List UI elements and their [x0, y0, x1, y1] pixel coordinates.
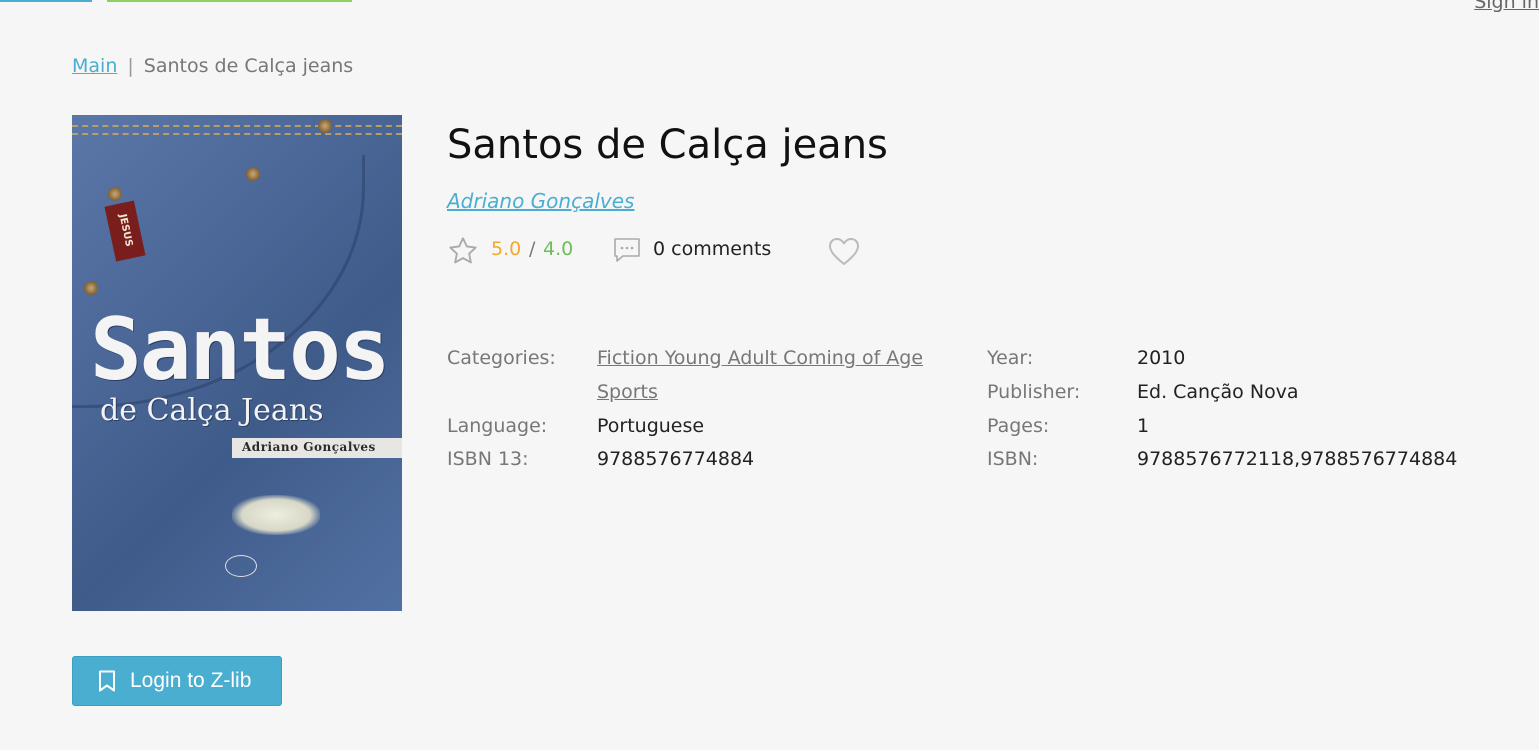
language-label: Language:	[447, 415, 548, 437]
top-nav-tabs	[0, 0, 1539, 4]
publisher-value: Ed. Canção Nova	[1137, 381, 1299, 403]
breadcrumb-home-link[interactable]: Main	[72, 55, 117, 77]
rating-separator: /	[529, 238, 536, 260]
cover-rivet	[84, 281, 98, 295]
year-value: 2010	[1137, 347, 1186, 369]
top-tab-indicator-blue[interactable]	[0, 0, 92, 2]
login-button-label: Login to Z-lib	[130, 669, 252, 692]
cover-torn-patch	[232, 495, 320, 535]
comment-bubble-icon[interactable]	[613, 237, 641, 263]
cover-stitch	[72, 125, 402, 127]
publisher-label: Publisher:	[987, 381, 1081, 403]
cover-title: Santos	[90, 300, 391, 400]
isbn-value: 9788576772118,9788576774884	[1137, 448, 1458, 470]
breadcrumb-separator: |	[127, 55, 134, 77]
bookmark-icon	[99, 670, 115, 692]
cover-stitch	[72, 133, 402, 135]
cover-rivet	[318, 119, 332, 133]
category-link[interactable]: Sports	[597, 381, 658, 403]
book-title: Santos de Calça jeans	[447, 122, 888, 168]
star-outline-icon[interactable]	[447, 235, 479, 267]
cover-rivet	[246, 167, 260, 181]
pages-label: Pages:	[987, 415, 1050, 437]
heart-outline-icon[interactable]	[827, 236, 861, 268]
breadcrumb: Main | Santos de Calça jeans	[72, 55, 353, 77]
isbn-label: ISBN:	[987, 448, 1039, 470]
category-link[interactable]: Fiction Young Adult Coming of Age	[597, 347, 923, 369]
comments-count[interactable]: 0 comments	[653, 238, 771, 260]
cover-author: Adriano Gonçalves	[242, 440, 376, 454]
book-cover-image[interactable]: JESUS Santos de Calça Jeans Adriano Gonç…	[72, 115, 402, 611]
isbn13-value: 9788576774884	[597, 448, 755, 470]
language-value: Portuguese	[597, 415, 705, 437]
author-link[interactable]: Adriano Gonçalves	[447, 189, 634, 213]
top-tab-indicator-green[interactable]	[107, 0, 352, 2]
sign-in-link[interactable]: Sign in	[1474, 0, 1539, 13]
year-label: Year:	[987, 347, 1034, 369]
cover-rivet	[108, 187, 122, 201]
cover-subtitle: de Calça Jeans	[100, 393, 324, 428]
categories-label: Categories:	[447, 347, 556, 369]
rating-primary: 5.0	[491, 238, 522, 260]
rating-secondary: 4.0	[543, 238, 574, 260]
pages-value: 1	[1137, 415, 1150, 437]
breadcrumb-current: Santos de Calça jeans	[143, 55, 354, 77]
login-button[interactable]: Login to Z-lib	[72, 656, 282, 706]
isbn13-label: ISBN 13:	[447, 448, 529, 470]
publisher-logo	[220, 555, 262, 595]
